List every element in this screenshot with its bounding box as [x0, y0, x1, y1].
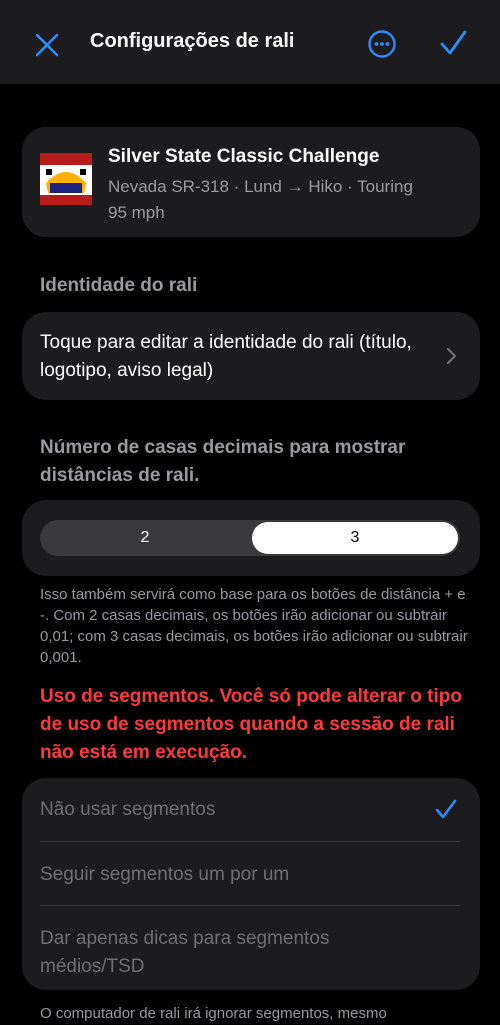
chevron-right-icon [446, 347, 458, 370]
rally-speed: 95 mph [108, 203, 165, 222]
decimals-option-3[interactable]: 3 [252, 522, 458, 554]
decimals-segmented-control[interactable]: 2 3 [40, 520, 460, 556]
identity-edit-text: Toque para editar a identidade do rali (… [40, 332, 412, 381]
identity-section-label: Identidade do rali [40, 275, 198, 296]
rally-title: Silver State Classic Challenge [108, 146, 380, 167]
rally-route: Nevada SR-318 · Lund → Hiko · Touring [108, 177, 413, 196]
segments-warning: Uso de segmentos. Você só pode alterar o… [40, 686, 462, 763]
navigation-bar: Configurações de rali [0, 0, 500, 84]
close-icon[interactable] [30, 28, 64, 62]
decimals-section-label: Número de casas decimais para mostrar di… [40, 437, 406, 486]
checkmark-icon[interactable] [436, 26, 470, 60]
segment-option-hints[interactable]: Dar apenas dicas para segmentos médios/T… [40, 925, 420, 981]
segments-footer-note: O computador de rali irá ignorar segment… [40, 1005, 387, 1022]
selected-checkmark-icon [434, 798, 458, 825]
rally-logo [40, 153, 92, 205]
rally-details: Nevada SR-318 · Lund → Hiko · Touring 95… [108, 174, 468, 226]
segment-option-none[interactable]: Não usar segmentos [40, 796, 420, 824]
decimals-note: Isso também servirá como base para os bo… [40, 586, 468, 666]
segment-option-one-by-one[interactable]: Seguir segmentos um por um [40, 861, 420, 889]
divider [40, 905, 460, 906]
page-title: Configurações de rali [90, 30, 295, 52]
decimals-option-2[interactable]: 2 [40, 520, 250, 556]
divider [40, 841, 460, 842]
more-icon[interactable] [366, 28, 398, 60]
